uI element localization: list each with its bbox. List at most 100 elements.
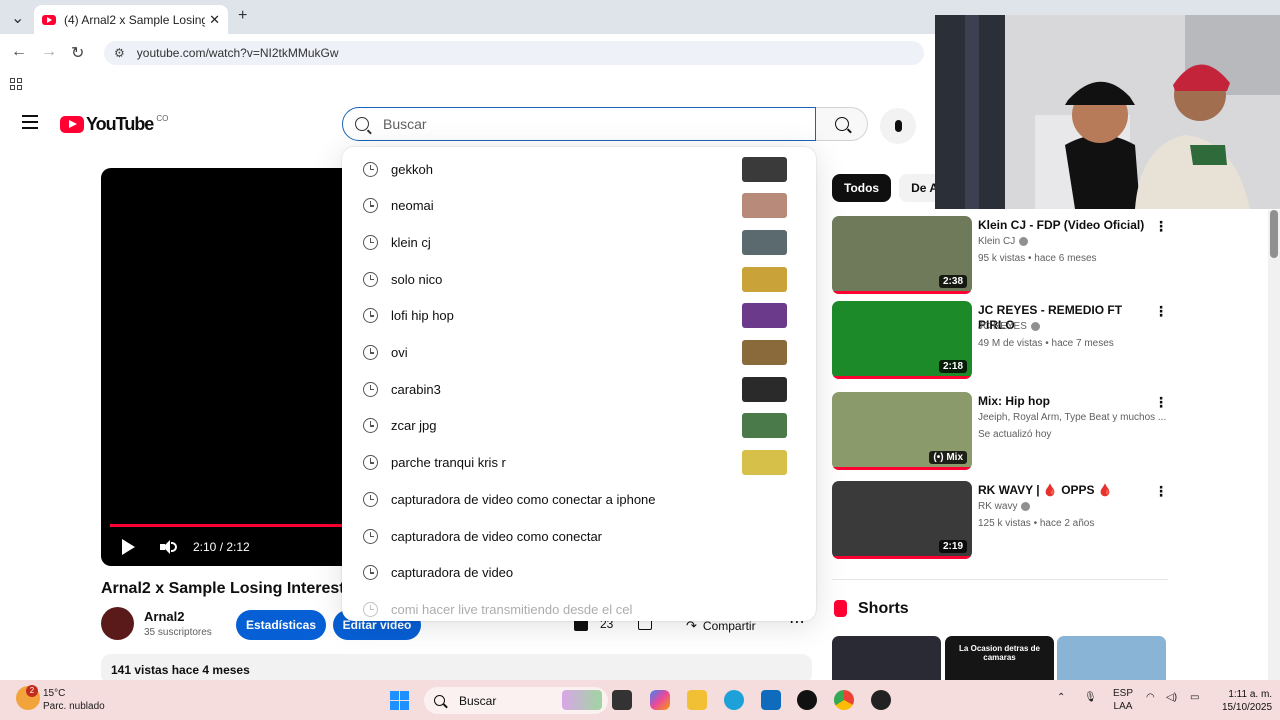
copilot-icon[interactable] (650, 690, 670, 710)
apps-grid-icon[interactable] (10, 78, 22, 90)
search-suggestion-item[interactable]: gekkoh (342, 151, 816, 187)
video-thumbnail[interactable]: (•) Mix (832, 392, 972, 470)
scrollbar-thumb[interactable] (1270, 210, 1278, 258)
player-progress-bar[interactable] (110, 524, 343, 527)
tab-close-icon[interactable]: ✕ (209, 12, 220, 28)
search-suggestion-item[interactable]: lofi hip hop (342, 298, 816, 334)
suggestion-text: klein cj (391, 234, 431, 250)
chrome-icon[interactable] (834, 690, 854, 710)
share-label: Compartir (702, 619, 756, 633)
url-text: youtube.com/watch?v=NI2tkMMukGw (136, 46, 339, 60)
verified-badge-icon (1021, 501, 1031, 511)
recommended-title[interactable]: Mix: Hip hop (978, 394, 1158, 409)
channel-label: RK wavy (978, 501, 1018, 512)
recommended-video[interactable]: 2:19 RK WAVY | 🩸 OPPS 🩸 RK wavy 125 k vista… (832, 481, 1172, 561)
weather-badge: 2 (26, 685, 38, 697)
suggestion-text: solo nico (391, 271, 443, 287)
search-suggestion-item[interactable]: parche tranqui kris r (342, 445, 816, 481)
recommended-channel[interactable]: Klein CJ (978, 236, 1029, 247)
search-suggestion-item[interactable]: capturadora de video como conectar a iph… (342, 481, 816, 517)
keyboard-layout: LAA (1113, 701, 1133, 712)
voice-search-button[interactable] (880, 108, 916, 144)
short-thumbnail[interactable]: La Ocasion detras de camaras (945, 636, 1054, 684)
search-suggestion-item[interactable]: capturadora de video (342, 555, 816, 591)
youtube-play-logo-icon (60, 116, 84, 133)
address-bar[interactable]: ⚙ youtube.com/watch?v=NI2tkMMukGw (104, 41, 924, 65)
recommended-video[interactable]: (•) Mix Mix: Hip hop Jeeiph, Royal Arm, Ty… (832, 392, 1172, 472)
edge-icon[interactable] (724, 690, 744, 710)
weather-temperature[interactable]: 15°C (43, 688, 65, 699)
watched-progress-bar (832, 556, 972, 559)
task-view-icon[interactable] (612, 690, 632, 710)
language-indicator[interactable]: ESP LAA (1113, 687, 1133, 713)
more-options-icon[interactable]: ⋮ (1154, 394, 1168, 411)
stats-button[interactable]: Estadísticas (236, 610, 326, 640)
wifi-icon[interactable]: ◠ (1146, 692, 1155, 703)
guide-menu-icon[interactable] (22, 115, 38, 129)
search-suggestion-item[interactable]: carabin3 (342, 371, 816, 407)
video-player[interactable] (101, 168, 343, 566)
recommended-title[interactable]: RK WAVY | 🩸 OPPS 🩸 (978, 483, 1158, 498)
search-input[interactable] (383, 116, 783, 132)
channel-name[interactable]: Arnal2 (144, 609, 184, 624)
video-thumbnail[interactable]: 2:19 (832, 481, 972, 559)
recommended-title[interactable]: Klein CJ - FDP (Video Oficial) (978, 218, 1158, 233)
back-arrow-icon[interactable]: ← (11, 43, 27, 61)
video-thumbnail[interactable]: 2:18 (832, 301, 972, 379)
search-suggestion-item[interactable]: klein cj (342, 224, 816, 260)
forward-arrow-icon[interactable]: → (41, 43, 57, 61)
file-explorer-icon[interactable] (687, 690, 707, 710)
recommended-video[interactable]: 2:38 Klein CJ - FDP (Video Oficial) Klein … (832, 216, 1172, 296)
search-suggestion-item[interactable]: solo nico (342, 261, 816, 297)
site-info-icon[interactable]: ⚙ (114, 46, 125, 60)
video-thumbnail[interactable]: 2:38 (832, 216, 972, 294)
windows-start-icon[interactable] (390, 691, 409, 710)
new-tab-button[interactable]: + (238, 7, 247, 25)
page-scrollbar[interactable] (1268, 210, 1280, 680)
search-suggestion-item[interactable]: zcar jpg (342, 408, 816, 444)
recommended-video[interactable]: 2:18 JC REYES - REMEDIO FT PIRLO JC REYES 4… (832, 301, 1172, 381)
channel-avatar[interactable] (101, 607, 134, 640)
browser-tab-active[interactable]: (4) Arnal2 x Sample Losing Intere ✕ (34, 5, 228, 34)
search-box[interactable] (342, 107, 816, 141)
tab-search-chevron-icon[interactable]: ⌄ (11, 8, 24, 28)
suggestion-thumbnail (742, 156, 787, 182)
history-icon (363, 528, 378, 544)
recommended-channel[interactable]: Jeeiph, Royal Arm, Type Beat y muchos ..… (978, 412, 1166, 423)
show-hidden-icons-icon[interactable]: ⌃ (1057, 692, 1065, 703)
battery-icon[interactable]: ▭ (1190, 692, 1199, 703)
more-options-icon[interactable]: ⋮ (1154, 483, 1168, 500)
more-options-icon[interactable]: ⋮ (1154, 218, 1168, 235)
chip-all[interactable]: Todos (832, 174, 892, 202)
short-thumbnail[interactable] (832, 636, 941, 684)
recommended-channel[interactable]: RK wavy (978, 501, 1031, 512)
taskbar-clock[interactable]: 1:11 a. m. 15/10/2025 (1222, 688, 1272, 714)
search-suggestion-item[interactable]: ovi (342, 335, 816, 371)
search-button[interactable] (816, 107, 868, 141)
volume-icon[interactable] (160, 540, 178, 554)
outlook-icon[interactable] (761, 690, 781, 710)
speaker-icon[interactable]: ◁) (1166, 692, 1177, 703)
search-highlight-icon[interactable] (562, 690, 602, 710)
youtube-logo[interactable]: YouTube CO (60, 114, 168, 135)
microphone-tray-icon[interactable]: 🎙 (1084, 692, 1097, 703)
section-divider (832, 579, 1168, 580)
tiktok-icon[interactable] (797, 690, 817, 710)
play-icon[interactable] (122, 539, 135, 555)
view-stats: 141 vistas hace 4 meses (111, 663, 250, 677)
suggestion-thumbnail (742, 413, 787, 439)
search-suggestion-item[interactable]: comi hacer live transmitiendo desde el c… (342, 591, 816, 621)
suggestion-text: zcar jpg (391, 418, 437, 434)
suggestion-text: gekkoh (391, 161, 433, 177)
search-suggestion-item[interactable]: capturadora de video como conectar (342, 518, 816, 554)
weather-condition[interactable]: Parc. nublado (43, 701, 105, 712)
reload-icon[interactable]: ↻ (71, 43, 84, 63)
search-suggestion-item[interactable]: neomai (342, 188, 816, 224)
obs-icon[interactable] (871, 690, 891, 710)
suggestion-text: capturadora de video como conectar (391, 528, 603, 544)
more-options-icon[interactable]: ⋮ (1154, 303, 1168, 320)
short-thumbnail[interactable] (1057, 636, 1166, 684)
search-icon (355, 117, 369, 131)
recommended-channel[interactable]: JC REYES (978, 321, 1040, 332)
duration-badge: 2:38 (938, 275, 967, 288)
